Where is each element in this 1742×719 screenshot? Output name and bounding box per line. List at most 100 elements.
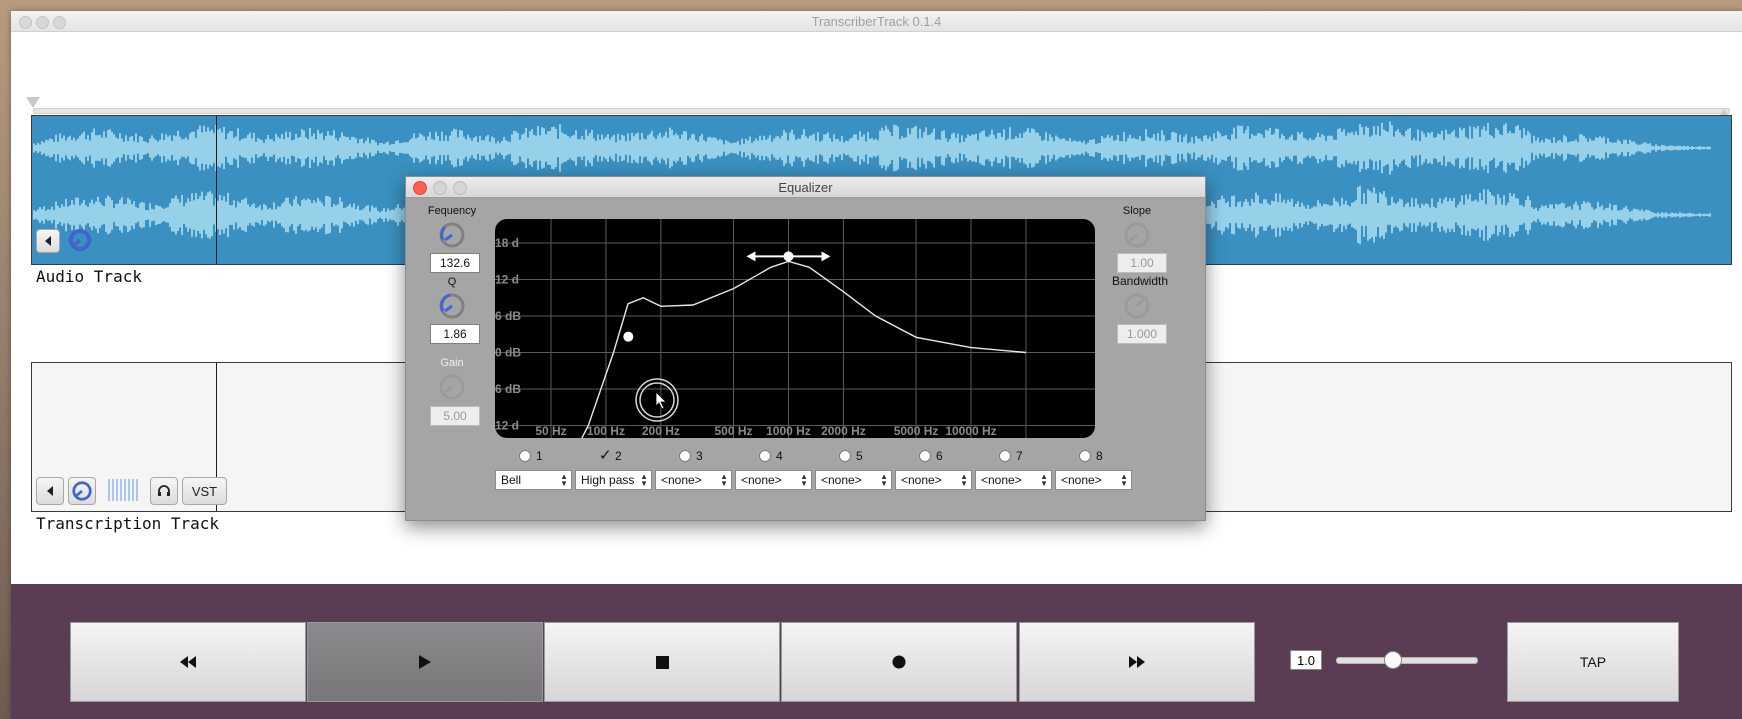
eq-freq-label: 500 Hz [715,424,753,438]
window-titlebar: TranscriberTrack 0.1.4 [11,11,1742,32]
frequency-knob-icon[interactable] [438,221,466,249]
speaker-icon [47,486,53,496]
timeline-range-slider[interactable] [33,108,1730,114]
bandwidth-label: Bandwidth [1111,274,1169,288]
radio-circle-icon [999,450,1011,462]
band-2-handle[interactable] [623,331,634,342]
speed-value-field[interactable]: 1.0 [1290,650,1322,670]
radio-circle-icon [1079,450,1091,462]
frequency-field[interactable]: 132.6 [430,253,480,273]
band-2-toggle[interactable]: ✓ 2 [599,448,622,463]
band-2-filter-select[interactable]: High pass ▲ ▼ [575,470,652,490]
band-6-toggle[interactable]: 6 [919,449,943,463]
band-3-filter-select[interactable]: <none> ▲ ▼ [655,470,732,490]
q-field[interactable]: 1.86 [430,324,480,344]
audio-mute-button[interactable] [36,229,60,253]
band-number-label: 2 [615,449,622,463]
slope-field: 1.00 [1117,253,1167,273]
filter-select-value: <none> [741,473,782,487]
transport-bar: 1.0 TAP [11,584,1742,719]
speed-slider[interactable] [1336,657,1478,664]
eq-graph-canvas: 18 d12 d6 dB0 dB6 dB12 d18 d50 Hz100 Hz2… [495,219,1095,438]
eq-freq-label: 2000 Hz [821,424,866,438]
audio-track-label: Audio Track [36,267,142,286]
gain-knob-icon [439,374,465,400]
arrow-left-icon [746,251,756,262]
band-1-filter-select[interactable]: Bell ▲ ▼ [495,470,572,490]
vst-button[interactable]: VST [182,477,227,505]
q-knob-icon[interactable] [438,292,466,320]
transcription-mute-button[interactable] [36,477,64,505]
filter-select-value: <none> [981,473,1022,487]
band-4-toggle[interactable]: 4 [759,449,783,463]
eq-freq-label: 100 Hz [587,424,625,438]
window-title: TranscriberTrack 0.1.4 [811,14,942,29]
q-label: Q [447,276,457,288]
meter-bar [124,479,126,501]
transcription-volume-button[interactable] [68,477,96,505]
headphones-icon [158,485,170,496]
meter-bar [128,479,130,501]
band-number-label: 6 [936,449,943,463]
level-meter [106,477,138,503]
equalizer-title: Equalizer [778,180,833,195]
eq-response-graph[interactable]: 18 d12 d6 dB0 dB6 dB12 d18 d50 Hz100 Hz2… [495,219,1095,438]
band-selector-row: 1 ✓ 2 3 4 5 6 7 8 [406,448,1205,465]
filter-select-value: <none> [661,473,702,487]
speed-slider-thumb[interactable] [1384,651,1402,669]
band-5-filter-select[interactable]: <none> ▲ ▼ [815,470,892,490]
meter-bar [120,479,122,501]
eq-freq-label: 10000 Hz [945,424,996,438]
band-8-toggle[interactable]: 8 [1079,449,1103,463]
rewind-icon [180,656,196,668]
frequency-label: Fequency [427,205,477,217]
play-button[interactable] [307,622,543,702]
bandwidth-field: 1.000 [1117,324,1167,344]
record-icon [892,655,906,669]
band-number-label: 1 [536,449,543,463]
record-button[interactable] [781,622,1017,702]
gain-label: Gain [440,357,464,369]
band-number-label: 8 [1096,449,1103,463]
meter-bar [112,479,114,501]
speaker-icon [45,236,51,246]
band-7-filter-select[interactable]: <none> ▲ ▼ [975,470,1052,490]
radio-circle-icon [759,450,771,462]
equalizer-dialog: Equalizer Fequency 132.6 Q 1.86 Gain 5.0… [405,176,1206,521]
select-arrows-icon: ▲ ▼ [560,472,568,488]
band-4-filter-select[interactable]: <none> ▲ ▼ [735,470,812,490]
range-start-handle[interactable] [26,97,40,108]
filter-select-value: <none> [1061,473,1102,487]
monitor-button[interactable] [150,477,178,505]
filter-select-value: <none> [821,473,862,487]
fast-forward-button[interactable] [1019,622,1255,702]
radio-circle-icon [919,450,931,462]
eq-db-label: 6 dB [495,382,521,396]
band-8-filter-select[interactable]: <none> ▲ ▼ [1055,470,1132,490]
select-arrows-icon: ▲ ▼ [880,472,888,488]
rewind-button[interactable] [70,622,306,702]
select-arrows-icon: ▲ ▼ [640,472,648,488]
eq-db-label: 18 d [495,236,519,250]
band-7-toggle[interactable]: 7 [999,449,1023,463]
bandwidth-knob-icon [1124,293,1150,319]
band-3-toggle[interactable]: 3 [679,449,703,463]
meter-bar [132,479,134,501]
band-number-label: 4 [776,449,783,463]
tap-button[interactable]: TAP [1507,622,1679,702]
band-1-toggle[interactable]: 1 [519,449,543,463]
transcription-track-label: Transcription Track [36,514,220,533]
audio-volume-knob-icon[interactable] [68,228,92,252]
radio-circle-icon [839,450,851,462]
level-meter-bars [108,479,138,501]
slope-knob-icon [1124,222,1150,248]
fast-forward-icon [1129,656,1145,668]
band-5-toggle[interactable]: 5 [839,449,863,463]
eq-db-label: 12 d [495,273,519,287]
filter-select-value: High pass [581,473,635,487]
volume-knob-icon [72,481,92,501]
radio-circle-icon [679,450,691,462]
select-arrows-icon: ▲ ▼ [960,472,968,488]
stop-button[interactable] [544,622,780,702]
band-6-filter-select[interactable]: <none> ▲ ▼ [895,470,972,490]
